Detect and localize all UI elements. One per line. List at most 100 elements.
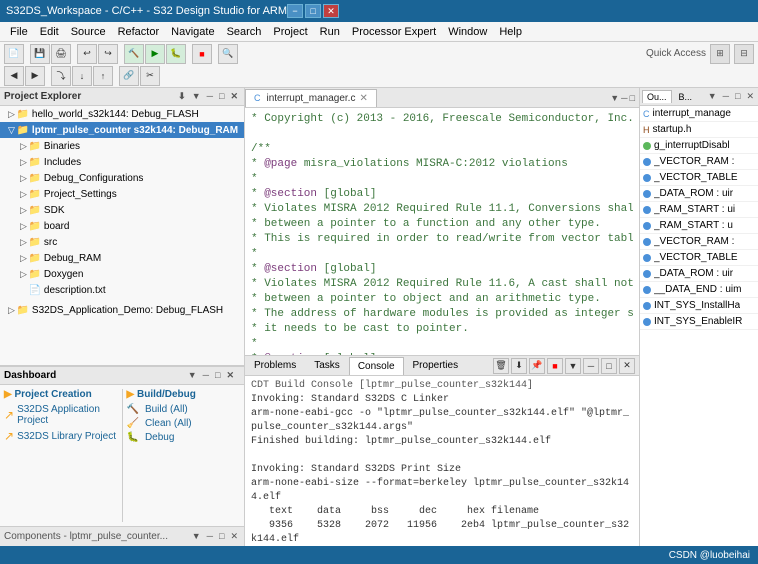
tb-run-btn[interactable]: ▶: [145, 44, 165, 64]
explorer-min-btn[interactable]: ─: [205, 91, 215, 102]
tree-s32ds-demo[interactable]: ▷ 📁 S32DS_Application_Demo: Debug_FLASH: [0, 302, 244, 318]
dash-link-build-all[interactable]: 🔨 Build (All): [127, 404, 241, 415]
right-item-12[interactable]: INT_SYS_InstallHa: [640, 298, 758, 314]
tab-problems[interactable]: Problems: [245, 357, 305, 375]
console-body[interactable]: CDT Build Console [lptmr_pulse_counter_s…: [245, 376, 639, 546]
tree-description[interactable]: ▷ 📄 description.txt: [0, 282, 244, 298]
console-pin-btn[interactable]: 📌: [529, 358, 545, 374]
tb-step-in[interactable]: ↓: [72, 66, 92, 86]
explorer-collapse-btn[interactable]: ⬇: [176, 91, 188, 102]
right-item-2[interactable]: g_interruptDisabl: [640, 138, 758, 154]
tb-fwd-btn[interactable]: ▶: [25, 66, 45, 86]
tab-properties[interactable]: Properties: [404, 357, 468, 375]
right-item-3[interactable]: _VECTOR_RAM :: [640, 154, 758, 170]
console-min-btn[interactable]: ─: [583, 358, 599, 374]
tree-debug-config[interactable]: ▷ 📁 Debug_Configurations: [0, 170, 244, 186]
menu-window[interactable]: Window: [442, 25, 493, 39]
menu-search[interactable]: Search: [221, 25, 268, 39]
editor-min-btn[interactable]: ─: [621, 93, 627, 103]
tb-redo-btn[interactable]: ↪: [98, 44, 118, 64]
proj-item-lptmr[interactable]: ▽ 📁 lptmr_pulse_counter s32k144: Debug_R…: [0, 122, 244, 138]
dash-menu-btn[interactable]: ▼: [186, 370, 199, 380]
editor-tab-close[interactable]: ✕: [359, 93, 367, 104]
tree-sdk[interactable]: ▷ 📁 SDK: [0, 202, 244, 218]
menu-source[interactable]: Source: [65, 25, 112, 39]
editor-body[interactable]: * Copyright (c) 2013 - 2016, Freescale S…: [245, 108, 639, 355]
console-scroll-btn[interactable]: ⬇: [511, 358, 527, 374]
menu-help[interactable]: Help: [493, 25, 528, 39]
right-item-5[interactable]: _DATA_ROM : uir: [640, 186, 758, 202]
right-item-6[interactable]: _RAM_START : ui: [640, 202, 758, 218]
menu-refactor[interactable]: Refactor: [112, 25, 166, 39]
menu-run[interactable]: Run: [314, 25, 346, 39]
editor-max-btn[interactable]: □: [630, 93, 635, 103]
dash-close-btn[interactable]: ✕: [224, 370, 236, 381]
tab-console[interactable]: Console: [349, 357, 404, 375]
tb-debug-btn[interactable]: 🐛: [166, 44, 186, 64]
tree-src[interactable]: ▷ 📁 src: [0, 234, 244, 250]
console-stop-btn[interactable]: ■: [547, 358, 563, 374]
explorer-close-btn[interactable]: ✕: [228, 91, 240, 102]
right-item-9[interactable]: _VECTOR_TABLE: [640, 250, 758, 266]
menu-file[interactable]: File: [4, 25, 34, 39]
tree-includes[interactable]: ▷ 📁 Includes: [0, 154, 244, 170]
minimize-button[interactable]: −: [287, 4, 303, 18]
menu-project[interactable]: Project: [267, 25, 313, 39]
tb-stop-btn[interactable]: ■: [192, 44, 212, 64]
comp-close-btn[interactable]: ✕: [228, 531, 240, 542]
editor-menu-btn[interactable]: ▼: [610, 93, 619, 103]
tb-step-out[interactable]: ↑: [93, 66, 113, 86]
right-tab-outline[interactable]: Ou...: [642, 90, 672, 103]
tb-disconnect-btn[interactable]: ✂: [140, 66, 160, 86]
right-close-btn[interactable]: ✕: [744, 91, 756, 102]
comp-menu-btn[interactable]: ▼: [190, 531, 203, 542]
right-item-10[interactable]: _DATA_ROM : uir: [640, 266, 758, 282]
tree-doxygen[interactable]: ▷ 📁 Doxygen: [0, 266, 244, 282]
dash-max-btn[interactable]: □: [213, 370, 222, 380]
tb-print-btn[interactable]: 🖨: [51, 44, 71, 64]
explorer-max-btn[interactable]: □: [217, 91, 226, 102]
tb-search-btn[interactable]: 🔍: [218, 44, 238, 64]
maximize-button[interactable]: □: [305, 4, 321, 18]
tb-undo-btn[interactable]: ↩: [77, 44, 97, 64]
right-max-btn[interactable]: □: [733, 91, 742, 102]
right-item-11[interactable]: __DATA_END : uim: [640, 282, 758, 298]
right-item-4[interactable]: _VECTOR_TABLE: [640, 170, 758, 186]
dash-min-btn[interactable]: ─: [201, 370, 211, 380]
tree-debug-ram[interactable]: ▷ 📁 Debug_RAM: [0, 250, 244, 266]
comp-min-btn[interactable]: ─: [205, 531, 215, 542]
right-item-0[interactable]: C interrupt_manage: [640, 106, 758, 122]
console-menu-btn[interactable]: ▼: [565, 358, 581, 374]
tb-connect-btn[interactable]: 🔗: [119, 66, 139, 86]
comp-max-btn[interactable]: □: [217, 531, 226, 542]
right-menu-btn[interactable]: ▼: [706, 91, 719, 102]
right-item-7[interactable]: _RAM_START : u: [640, 218, 758, 234]
qa-btn2[interactable]: ⊟: [734, 44, 754, 64]
right-item-8[interactable]: _VECTOR_RAM :: [640, 234, 758, 250]
right-item-13[interactable]: INT_SYS_EnableIR: [640, 314, 758, 330]
dash-link-debug[interactable]: 🐛 Debug: [127, 432, 241, 443]
close-button[interactable]: ✕: [323, 4, 339, 18]
right-min-btn[interactable]: ─: [721, 91, 731, 102]
menu-edit[interactable]: Edit: [34, 25, 65, 39]
menu-navigate[interactable]: Navigate: [165, 25, 220, 39]
dash-link-lib-proj[interactable]: ↗ S32DS Library Project: [4, 429, 118, 443]
editor-tab-interrupt[interactable]: C interrupt_manager.c ✕: [245, 89, 377, 107]
dash-link-app-proj[interactable]: ↗ S32DS Application Project: [4, 404, 118, 426]
tree-binaries[interactable]: ▷ 📁 Binaries: [0, 138, 244, 154]
tb-back-btn[interactable]: ◀: [4, 66, 24, 86]
console-clear-btn[interactable]: 🗑: [493, 358, 509, 374]
tab-tasks[interactable]: Tasks: [305, 357, 349, 375]
qa-btn1[interactable]: ⊞: [710, 44, 730, 64]
proj-item-hello[interactable]: ▷ 📁 hello_world_s32k144: Debug_FLASH: [0, 106, 244, 122]
tb-step-over[interactable]: ⤵: [51, 66, 71, 86]
tb-save-btn[interactable]: 💾: [30, 44, 50, 64]
dash-link-clean-all[interactable]: 🧹 Clean (All): [127, 418, 241, 429]
console-close-btn[interactable]: ✕: [619, 358, 635, 374]
right-item-1[interactable]: H startup.h: [640, 122, 758, 138]
menu-processor[interactable]: Processor Expert: [346, 25, 442, 39]
right-tab-b[interactable]: B...: [674, 90, 698, 104]
tb-new-btn[interactable]: 📄: [4, 44, 24, 64]
explorer-menu-btn[interactable]: ▼: [190, 91, 203, 102]
tb-build-btn[interactable]: 🔨: [124, 44, 144, 64]
